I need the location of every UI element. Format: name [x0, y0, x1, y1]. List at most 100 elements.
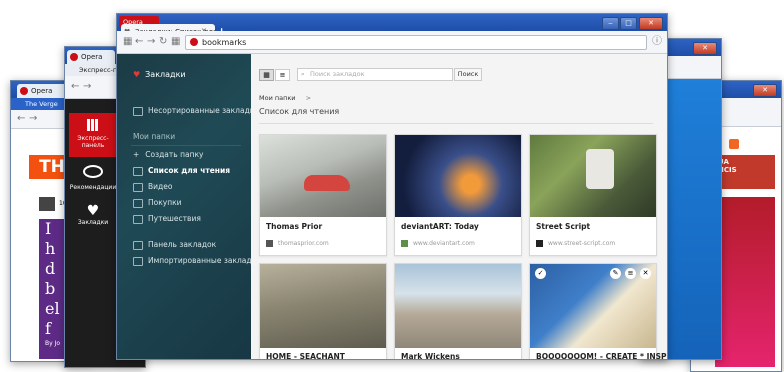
back-icon[interactable]: ←: [17, 112, 25, 125]
sidebar-item-label: Создать папку: [145, 150, 204, 159]
search-button[interactable]: Поиск: [454, 68, 482, 81]
tab-label: Opera: [31, 87, 53, 95]
bookmark-title: Mark Wickens: [401, 352, 460, 360]
bookmark-thumbnail: [530, 135, 656, 217]
sidebar-item-label: Несортированные закладки: [148, 106, 260, 115]
header-text: UA: [718, 158, 729, 166]
sidebar-item-unsorted[interactable]: Несортированные закладки: [133, 106, 259, 116]
favicon-icon: [401, 240, 408, 247]
sidebar-item-shopping[interactable]: Покупки: [133, 198, 182, 208]
heart-icon: ♥: [86, 203, 100, 219]
main-browser-window: Opera ‒ □ ✕ ♥ Закладки: Список для чте ✕…: [116, 13, 668, 360]
plus-icon: +: [133, 150, 140, 159]
bookmark-url: www.street-script.com: [548, 240, 616, 247]
close-window-button[interactable]: ✕: [753, 84, 777, 97]
bookmark-title: BOOOOOOOM! - CREATE * INSPIRE: [536, 352, 668, 360]
header-text: NCIS: [718, 166, 737, 174]
recommendations-nav-item[interactable]: Рекомендации: [69, 163, 117, 195]
search-button-label: Поиск: [457, 70, 479, 78]
reload-icon[interactable]: ↻: [159, 35, 167, 48]
bookmark-url: thomasprior.com: [278, 240, 329, 247]
sidebar-item-label: Список для чтения: [148, 166, 231, 175]
edit-icon[interactable]: ✎: [610, 268, 621, 279]
bookmark-card[interactable]: deviantART: Today www.deviantart.com: [394, 134, 522, 256]
tabs-grid-icon[interactable]: ▦: [123, 35, 132, 48]
info-icon[interactable]: ⓘ: [652, 35, 662, 48]
car-shape: [304, 175, 350, 191]
bookmarks-content: ▦ ≡ ⌕ Поиск закладок Поиск Мои папки > С…: [251, 54, 667, 359]
breadcrumb-root[interactable]: Мои папки: [259, 94, 296, 102]
create-folder-button[interactable]: + Создать папку: [133, 150, 203, 159]
search-input[interactable]: ⌕ Поиск закладок: [297, 68, 453, 81]
folder-icon: [133, 106, 143, 116]
folder-icon: [133, 182, 143, 192]
folder-icon: [133, 198, 143, 208]
sidebar-item-video[interactable]: Видео: [133, 182, 172, 192]
folder-icon: [133, 256, 143, 266]
divider: [259, 123, 653, 124]
bookmark-thumbnail: [260, 135, 386, 217]
browser-tab[interactable]: Opera: [17, 84, 71, 98]
bookmark-thumbnail: [395, 264, 521, 348]
sidebar-item-label: Видео: [148, 182, 173, 191]
sidebar-item-travel[interactable]: Путешествия: [133, 214, 201, 224]
speed-dial-icon[interactable]: ▦: [171, 35, 180, 48]
rss-icon: [729, 139, 739, 149]
breadcrumb-separator: >: [305, 94, 312, 102]
site-tab-label: The Verge: [25, 100, 58, 108]
eye-icon: [83, 165, 103, 178]
sidebar-item-reading-list[interactable]: Список для чтения: [133, 166, 230, 176]
close-window-button[interactable]: ✕: [693, 42, 717, 55]
bookmark-card[interactable]: HOME - SEACHANT: [259, 263, 387, 360]
bookmark-card[interactable]: Mark Wickens: [394, 263, 522, 360]
back-icon[interactable]: ←: [71, 80, 79, 93]
opera-logo-icon: [190, 38, 198, 46]
navigation-bar: ▦ ← → ↻ ▦ bookmarks ⓘ: [117, 31, 667, 54]
menu-icon[interactable]: ≡: [625, 268, 636, 279]
nav-item-label: Рекомендации: [69, 184, 117, 191]
sidebar-section-title: Мои папки: [133, 132, 176, 141]
sidebar-item-bookmarks-bar[interactable]: Панель закладок: [133, 240, 216, 250]
bookmark-card[interactable]: Street Script www.street-script.com: [529, 134, 657, 256]
opera-logo-icon: [70, 53, 78, 61]
bookmark-title: HOME - SEACHANT: [266, 352, 345, 360]
forward-icon[interactable]: →: [83, 80, 91, 93]
back-icon[interactable]: ←: [135, 35, 143, 48]
grid-view-toggle[interactable]: ▦: [259, 69, 274, 81]
heart-icon: ♥: [133, 70, 141, 79]
nav-item-label: Закладки: [77, 219, 109, 226]
maximize-button[interactable]: □: [620, 17, 637, 30]
delete-icon[interactable]: ✕: [640, 268, 651, 279]
breadcrumb: Мои папки >: [259, 94, 311, 102]
minimize-button[interactable]: ‒: [602, 17, 619, 30]
nav-item-label: Экспресс-панель: [77, 135, 109, 149]
select-check-icon[interactable]: ✓: [535, 268, 546, 279]
speed-dial-nav-item[interactable]: Экспресс-панель: [69, 113, 117, 157]
sidebar-item-label: Панель закладок: [148, 240, 217, 249]
site-logo-text: TH: [39, 157, 65, 177]
bookmark-url: www.deviantart.com: [413, 240, 475, 247]
forward-icon[interactable]: →: [147, 35, 155, 48]
address-bar[interactable]: bookmarks: [185, 35, 647, 50]
bookmark-title: deviantART: Today: [401, 222, 479, 231]
forward-icon[interactable]: →: [29, 112, 37, 125]
content-block: [715, 197, 775, 367]
list-view-toggle[interactable]: ≡: [275, 69, 290, 81]
address-text: bookmarks: [202, 38, 247, 47]
sidebar-item-label: Импортированные закладки: [148, 256, 261, 265]
favicon-icon: [266, 240, 273, 247]
browser-tab[interactable]: Opera: [67, 50, 115, 64]
sidebar-header: ♥ Закладки: [133, 70, 186, 79]
graffiti-shape: [586, 149, 614, 189]
search-placeholder: Поиск закладок: [310, 70, 365, 78]
sidebar-header-label: Закладки: [145, 70, 186, 79]
bookmarks-nav-item[interactable]: ♥ Закладки: [69, 203, 117, 235]
close-window-button[interactable]: ✕: [639, 17, 663, 30]
bookmark-title: Thomas Prior: [266, 222, 323, 231]
opera-logo-icon: [20, 87, 28, 95]
favicon-icon: [536, 240, 543, 247]
sidebar-item-imported[interactable]: Импортированные закладки: [133, 256, 261, 266]
bookmark-thumbnail: [395, 135, 521, 217]
bookmark-card[interactable]: Thomas Prior thomasprior.com: [259, 134, 387, 256]
bookmark-card[interactable]: ✓ ✎ ≡ ✕ BOOOOOOOM! - CREATE * INSPIRE: [529, 263, 667, 359]
